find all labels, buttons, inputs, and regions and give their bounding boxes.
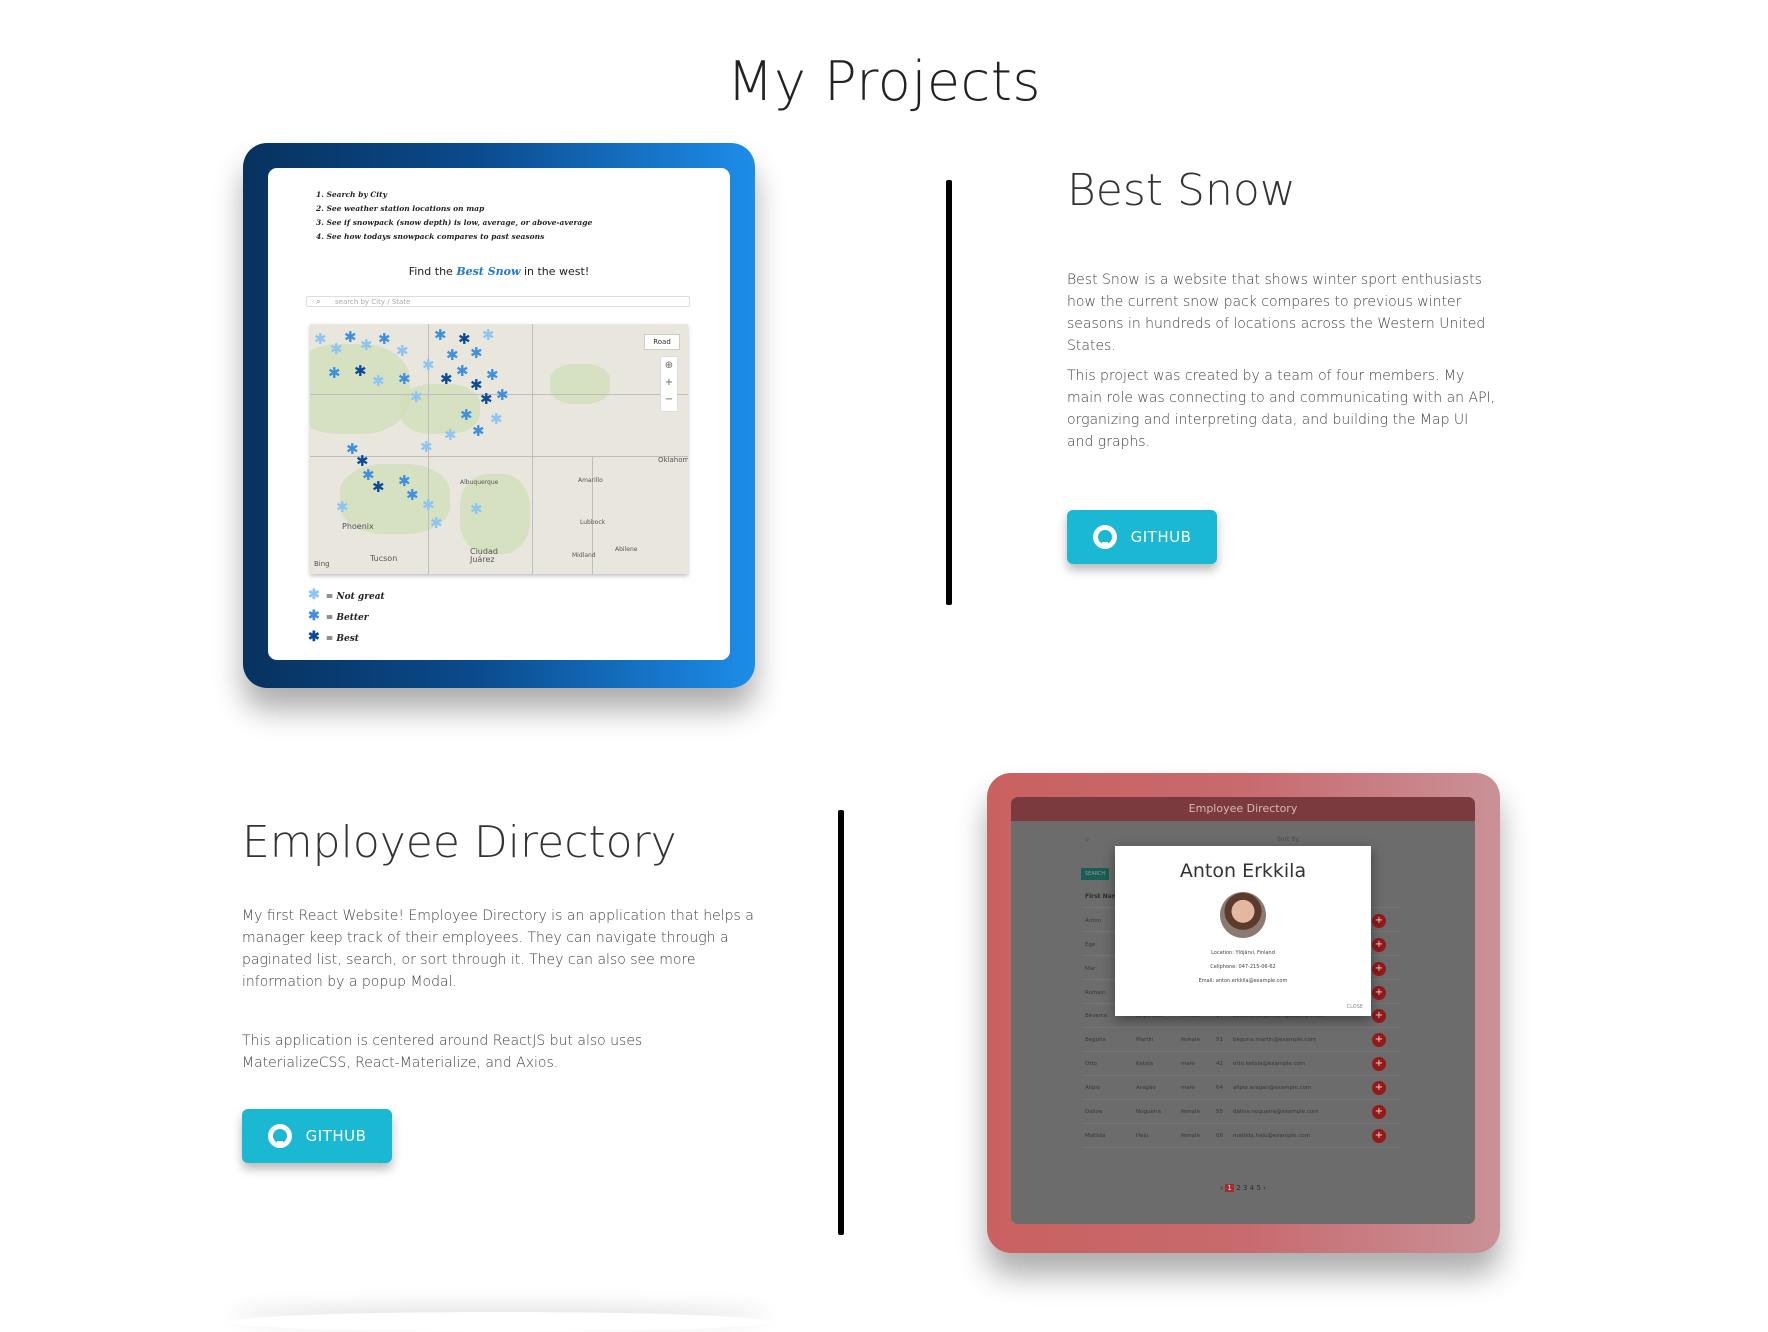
snowflake-icon: ✱ (372, 478, 385, 496)
snowflake-icon: ✱ (354, 362, 367, 380)
snowflake-icon: ✱ (328, 364, 341, 382)
snowflake-icon: ✱ (406, 486, 419, 504)
best-snow-github-button[interactable]: GITHUB (1067, 510, 1217, 564)
legend-item: ✱ = Not great (308, 587, 385, 603)
snowflake-icon: ✱ (470, 500, 483, 518)
map-label: Albuquerque (460, 479, 499, 486)
map-legend: ✱ = Not great ✱ = Better ✱ = Best (308, 586, 385, 649)
modal-close-link: CLOSE (1346, 1004, 1363, 1010)
snowflake-icon: ✱ (308, 629, 320, 645)
map-label: Ciudad Juárez (470, 547, 498, 564)
employee-directory-tech: This application is centered around Reac… (242, 1033, 643, 1071)
snowflake-icon: ✱ (444, 426, 457, 444)
map-label: Lubbock (580, 519, 606, 526)
employee-directory-description: My first React Website! Employee Directo… (242, 908, 754, 990)
best-snow-screenshot: 1. Search by City 2. See weather station… (268, 168, 730, 660)
employee-location: Location: Ylöjärvi, Finland (1211, 950, 1275, 956)
github-button-label: GITHUB (305, 1127, 367, 1145)
employee-directory-screenshot-card: Employee Directory ⌕ Sort By: SEARCH Fir… (987, 773, 1500, 1253)
step-item: 3. See if snowpack (snow depth) is low, … (316, 218, 593, 227)
feature-steps-list: 1. Search by City 2. See weather station… (316, 188, 592, 244)
snowflake-icon: ✱ (434, 326, 447, 344)
employee-name: Anton Erkkila (1179, 860, 1307, 882)
road-view-button: Road (644, 334, 680, 350)
find-best-snow-heading: Find the Best Snow in the west! (408, 265, 590, 278)
bing-logo: Bing (314, 560, 330, 568)
section-divider (838, 810, 844, 1235)
zoom-controls: ⊕ + − (660, 356, 678, 412)
legend-item: ✱ = Better (308, 608, 369, 624)
snowflake-icon: ✱ (486, 366, 499, 384)
legend-item: ✱ = Best (308, 629, 359, 645)
best-snow-role: This project was created by a team of fo… (1067, 368, 1496, 450)
map-label: Tucson (370, 554, 398, 563)
snowflake-icon: ✱ (456, 362, 469, 380)
map-label: Abilene (615, 546, 638, 553)
best-snow-screenshot-card: 1. Search by City 2. See weather station… (243, 143, 755, 688)
snowflake-icon: ✱ (372, 372, 385, 390)
snowflake-icon: ✱ (422, 356, 435, 374)
section-divider (946, 180, 952, 605)
snow-station-map: Road ⊕ + − Phoenix Tucson Ciudad Juárez Al… (310, 324, 688, 574)
map-label: Oklahoma (658, 456, 688, 464)
snowflake-icon: ✱ (314, 330, 327, 348)
snowflake-icon: ✱ (378, 330, 391, 348)
github-button-label: GITHUB (1130, 528, 1192, 546)
employee-directory-github-button[interactable]: GITHUB (242, 1109, 392, 1163)
next-card-shadow (230, 1312, 770, 1332)
github-icon (267, 1124, 292, 1148)
best-snow-description: Best Snow is a website that shows winter… (1067, 272, 1486, 354)
app-title-bar: Employee Directory (1011, 797, 1475, 821)
avatar (1220, 892, 1266, 938)
snowflake-icon: ✱ (396, 342, 409, 360)
snowflake-icon: ✱ (446, 346, 459, 364)
snowflake-icon: ✱ (344, 328, 357, 346)
snowflake-icon: ✱ (482, 326, 495, 344)
snowflake-icon: ✱ (420, 438, 433, 456)
page-title: My Projects (726, 50, 1042, 114)
step-item: 4. See how todays snowpack compares to p… (316, 232, 545, 241)
snowflake-icon: ✱ (440, 370, 453, 388)
snowflake-icon: ✱ (308, 608, 320, 624)
snowflake-icon: ✱ (460, 406, 473, 424)
snowflake-icon: ✱ (472, 422, 485, 440)
snowflake-icon: ✱ (330, 340, 343, 358)
snowflake-icon: ✱ (360, 336, 373, 354)
snowflake-icon: ✱ (458, 330, 471, 348)
employee-directory-title: Employee Directory (242, 817, 677, 868)
employee-email: Email: anton.erkkila@example.com (1198, 978, 1288, 984)
step-item: 2. See weather station locations on map (316, 204, 485, 213)
snowflake-icon: ✱ (470, 344, 483, 362)
map-label: Amarillo (578, 477, 603, 484)
employee-modal: Anton Erkkila Location: Ylöjärvi, Finlan… (1115, 846, 1371, 1016)
city-search-input: ⌕ search by City / State (306, 296, 690, 307)
snowflake-icon: ✱ (308, 587, 320, 603)
search-icon: ⌕ (316, 297, 321, 306)
snowflake-icon: ✱ (490, 410, 503, 428)
step-item: 1. Search by City (316, 190, 387, 199)
snowflake-icon: ✱ (430, 514, 443, 532)
snowflake-icon: ✱ (336, 498, 349, 516)
map-label: Phoenix (342, 522, 374, 531)
best-snow-title: Best Snow (1067, 165, 1296, 216)
github-icon (1092, 525, 1117, 549)
employee-directory-screenshot: Employee Directory ⌕ Sort By: SEARCH Fir… (1011, 797, 1475, 1224)
employee-cellphone: Cellphone: 047-215-06-62 (1210, 964, 1276, 970)
snowflake-icon: ✱ (398, 370, 411, 388)
snowflake-icon: ✱ (480, 390, 493, 408)
map-label: Midland (572, 552, 596, 559)
snowflake-icon: ✱ (422, 496, 435, 514)
snowflake-icon: ✱ (496, 386, 509, 404)
snowflake-icon: ✱ (410, 388, 423, 406)
